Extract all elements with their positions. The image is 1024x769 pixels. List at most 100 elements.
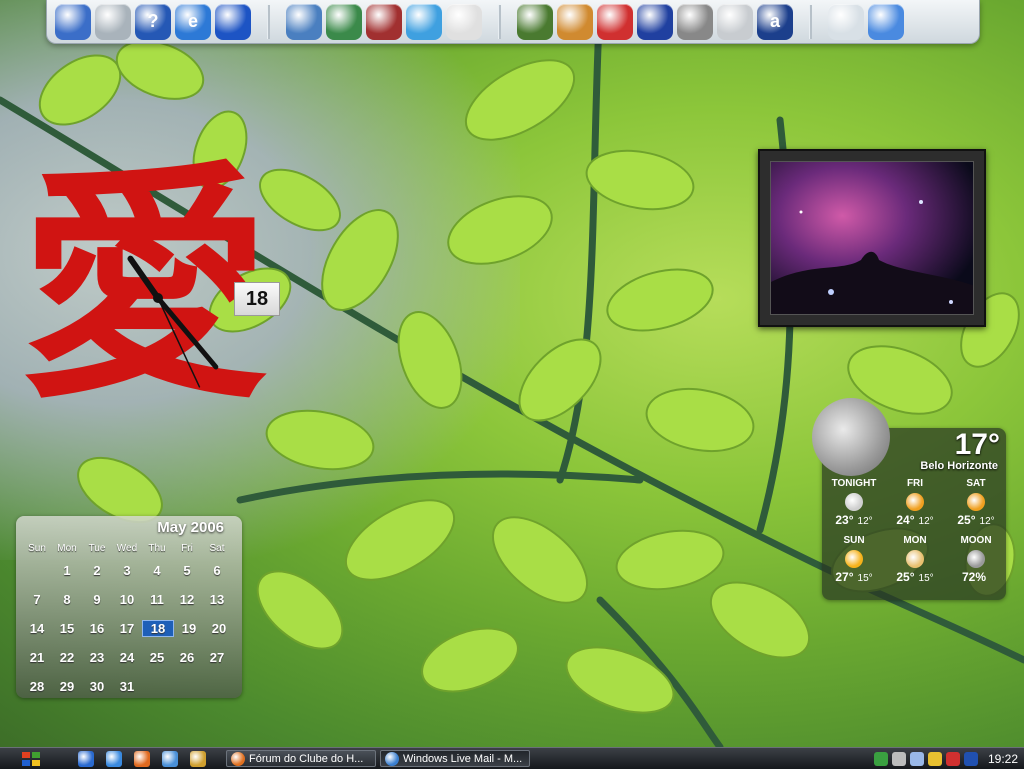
calendar-weekday-row: Sun Mon Tue Wed Thu Fri Sat (22, 540, 236, 556)
calendar-day[interactable]: 22 (52, 650, 82, 665)
quick-launch-icon[interactable] (78, 750, 94, 767)
calendar-day[interactable]: 12 (172, 592, 202, 607)
settings-gear-icon[interactable] (517, 3, 553, 40)
forecast-mon: MON 25° 15° (885, 535, 945, 584)
forecast-fri: FRI 24° 12° (885, 478, 945, 527)
calendar-day[interactable]: 10 (112, 592, 142, 607)
calendar-day[interactable]: 16 (82, 621, 112, 636)
forecast-low: 15° (857, 573, 873, 584)
calendar-week-row: 28 29 30 31 (22, 672, 236, 701)
calendar-day[interactable]: 19 (174, 621, 204, 636)
calendar-day[interactable]: 30 (82, 679, 112, 694)
photo-viewer-icon[interactable] (326, 3, 362, 40)
info-icon[interactable] (637, 3, 673, 40)
calendar-day[interactable]: 1 (52, 563, 82, 578)
internet-explorer-icon[interactable]: e (175, 3, 211, 40)
forecast-sat: SAT 25° 12° (946, 478, 1006, 527)
tray-clock[interactable]: 19:22 (988, 752, 1018, 766)
calendar-day[interactable]: 8 (52, 592, 82, 607)
calendar-day[interactable]: 5 (172, 563, 202, 578)
sunny-icon (906, 493, 924, 511)
amazon-icon[interactable]: a (757, 3, 793, 40)
users-icon[interactable] (557, 3, 593, 40)
calendar-day[interactable]: 24 (112, 650, 142, 665)
calendar-day[interactable]: 11 (142, 592, 172, 607)
quick-launch-icon[interactable] (106, 750, 122, 767)
calendar-day[interactable]: 31 (112, 679, 142, 694)
calendar-day[interactable]: 7 (22, 592, 52, 607)
calendar-day[interactable]: 17 (112, 621, 142, 636)
calendar-week-row: 21 22 23 24 25 26 27 (22, 643, 236, 672)
network-icon[interactable] (95, 3, 131, 40)
mail-icon[interactable] (717, 3, 753, 40)
calendar-day[interactable]: 4 (142, 563, 172, 578)
photo-frame-widget[interactable] (758, 149, 986, 327)
calendar-day[interactable]: 2 (82, 563, 112, 578)
task-list: Fórum do Clube do H... Windows Live Mail … (222, 750, 530, 767)
calendar-day[interactable]: 15 (52, 621, 82, 636)
calendar-day[interactable]: 25 (142, 650, 172, 665)
calendar-day[interactable]: 27 (202, 650, 232, 665)
forecast-label: TONIGHT (831, 478, 877, 489)
tray-icon[interactable] (891, 751, 906, 766)
start-button[interactable] (0, 748, 62, 769)
media-player-icon[interactable] (446, 3, 482, 40)
tray-icon[interactable] (945, 751, 960, 766)
partly-cloudy-icon (906, 550, 924, 568)
calendar-day[interactable]: 13 (202, 592, 232, 607)
tray-icon[interactable] (909, 751, 924, 766)
calendar-day[interactable]: 21 (22, 650, 52, 665)
weekday-label: Wed (116, 542, 138, 554)
forecast-high: 25° (957, 513, 976, 527)
calendar-day[interactable]: 9 (82, 592, 112, 607)
weekday-label: Mon (57, 542, 77, 554)
calendar-day[interactable]: 6 (202, 563, 232, 578)
recycle-bin-icon[interactable] (828, 3, 864, 40)
media-icon[interactable] (366, 3, 402, 40)
weather-city: Belo Horizonte (920, 460, 998, 472)
calendar-week-row: 7 8 9 10 11 12 13 (22, 585, 236, 614)
top-dock: ? e a (46, 0, 980, 44)
forecast-temps: 72% (946, 570, 1006, 584)
bluetooth-icon[interactable] (215, 3, 251, 40)
calendar-week-row: 14 15 16 17 18 19 20 (22, 614, 236, 643)
calendar-day[interactable]: 23 (82, 650, 112, 665)
calendar-day[interactable]: 3 (112, 563, 142, 578)
calendar-day[interactable]: 28 (22, 679, 52, 694)
forecast-high: 23° (835, 513, 854, 527)
task-app-icon (385, 751, 399, 766)
calendar-day[interactable]: 26 (172, 650, 202, 665)
clock-app-icon[interactable] (868, 3, 904, 40)
calendar-title: May 2006 (157, 519, 224, 536)
quick-launch-icon[interactable] (190, 750, 206, 767)
my-computer-icon[interactable] (55, 3, 91, 40)
calendar-day[interactable]: 14 (22, 621, 52, 636)
calendar-day[interactable]: 18 (142, 620, 174, 637)
moon-phase-icon (967, 550, 985, 568)
tray-icon[interactable] (963, 751, 978, 766)
taskbar-button[interactable]: Windows Live Mail - M... (380, 750, 530, 767)
calendar-day[interactable]: 20 (204, 621, 234, 636)
calendar-widget[interactable]: May 2006 Sun Mon Tue Wed Thu Fri Sat 1 2 3 4 5 6 7 8 9 1… (16, 516, 242, 698)
forecast-moon: MOON 72% (946, 535, 1006, 584)
antivirus-icon[interactable] (597, 3, 633, 40)
file-manager-icon[interactable] (286, 3, 322, 40)
forecast-label: SAT (966, 478, 986, 489)
weekday-label: Sat (209, 542, 225, 554)
forecast-low: 15° (918, 573, 934, 584)
nebula-photo (770, 161, 974, 315)
weather-widget[interactable]: 17° Belo Horizonte TONIGHT 23° 12° FRI 24° 12… (812, 398, 1006, 600)
quick-launch-icon[interactable] (162, 750, 178, 767)
calendar-day[interactable]: 29 (52, 679, 82, 694)
clock-hour-hand (127, 255, 161, 301)
kanji-clock-widget[interactable]: 愛 18 (10, 150, 290, 430)
tray-icon[interactable] (927, 751, 942, 766)
tray-icon[interactable] (873, 751, 888, 766)
yahoo-widgets-icon[interactable] (677, 3, 713, 40)
calendar-grid: Sun Mon Tue Wed Thu Fri Sat 1 2 3 4 5 6 7 8 9 10 11 12 13 14… (22, 540, 236, 701)
help-icon[interactable]: ? (135, 3, 171, 40)
messenger-icon[interactable] (406, 3, 442, 40)
quick-launch-icon[interactable] (134, 750, 150, 767)
taskbar-button[interactable]: Fórum do Clube do H... (226, 750, 376, 767)
moon-icon (845, 493, 863, 511)
